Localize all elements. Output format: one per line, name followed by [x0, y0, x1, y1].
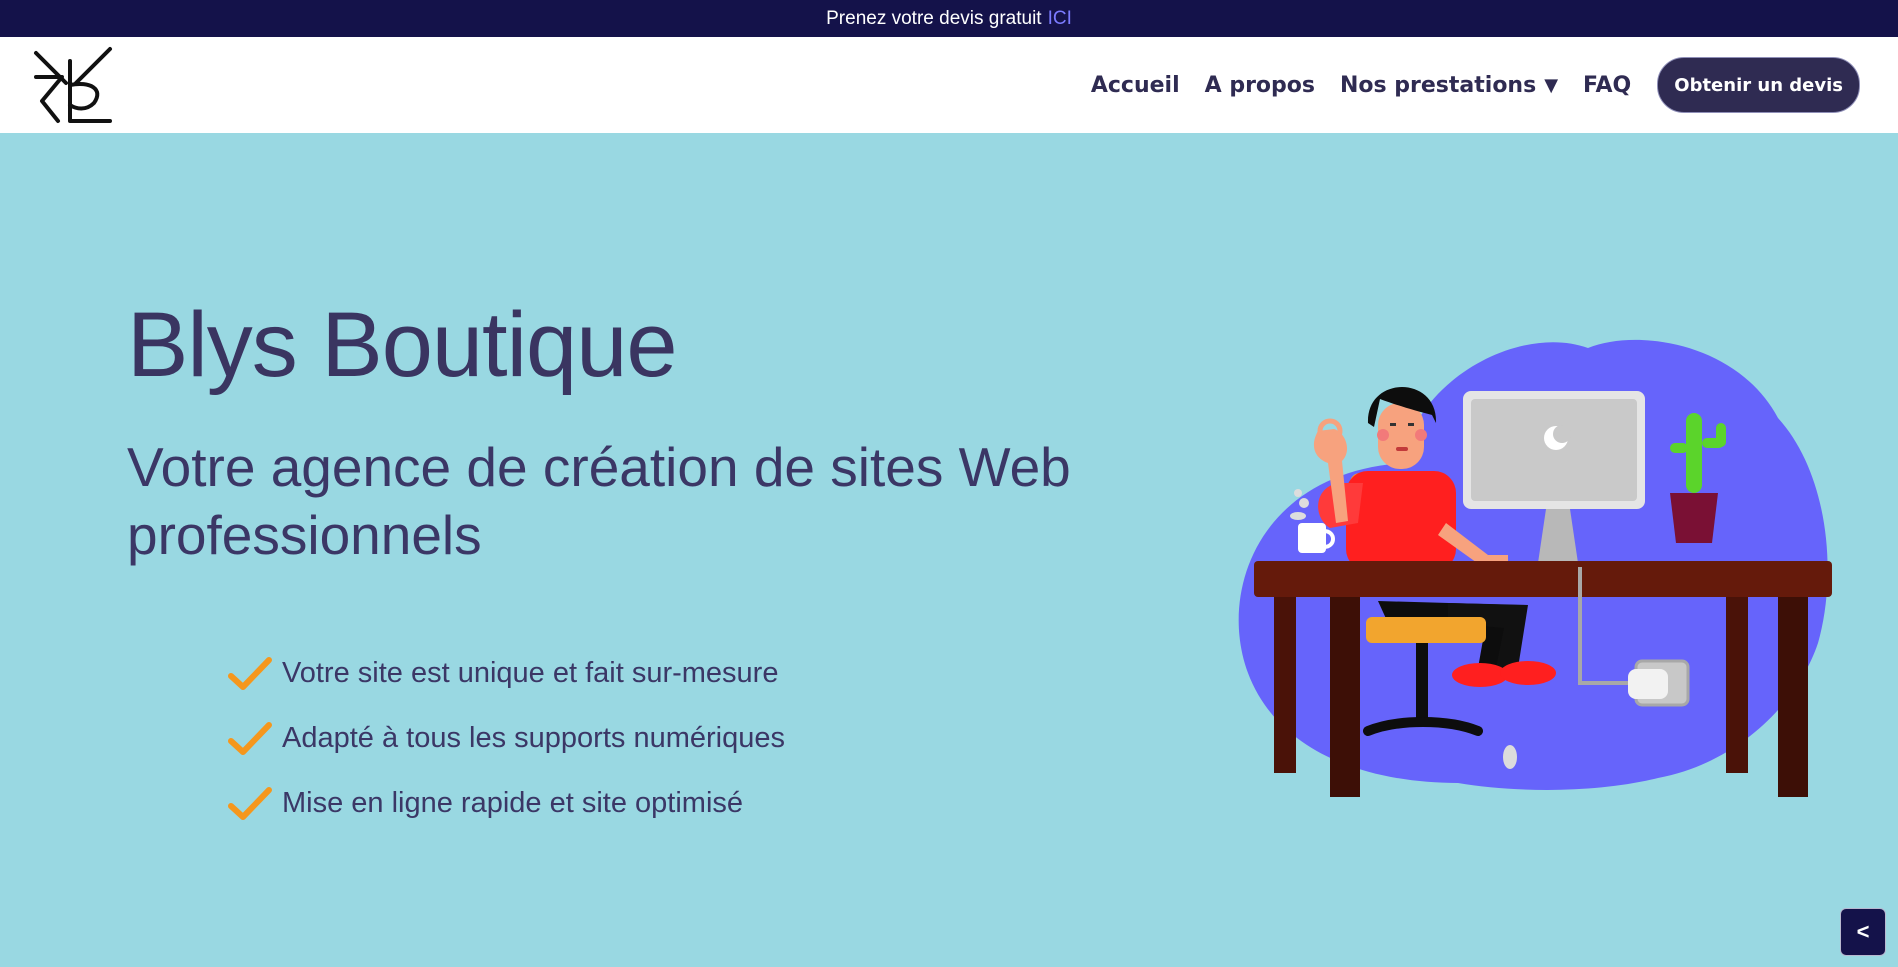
check-icon	[228, 721, 272, 755]
promo-link[interactable]: ICI	[1048, 8, 1072, 30]
nav-accueil[interactable]: Accueil	[1091, 73, 1180, 98]
feature-item: Votre site est unique et fait sur-mesure	[228, 641, 785, 706]
hero-section: Blys Boutique Votre agence de création d…	[0, 133, 1898, 967]
feature-text: Mise en ligne rapide et site optimisé	[282, 787, 744, 819]
nav-prestations-label: Nos prestations	[1340, 72, 1537, 98]
feature-item: Mise en ligne rapide et site optimisé	[228, 771, 785, 836]
site-header: Accueil A propos Nos prestations ▼ FAQ O…	[0, 37, 1898, 133]
feature-text: Adapté à tous les supports numériques	[282, 722, 785, 754]
promo-bar: Prenez votre devis gratuit ICI	[0, 0, 1898, 37]
hero-subtitle: Votre agence de création de sites Web pr…	[127, 436, 1071, 566]
promo-text: Prenez votre devis gratuit	[826, 7, 1042, 29]
logo-icon[interactable]	[32, 45, 114, 127]
get-quote-button[interactable]: Obtenir un devis	[1657, 57, 1860, 113]
check-icon	[228, 656, 272, 690]
nav-prestations[interactable]: Nos prestations ▼	[1340, 73, 1558, 98]
nav-faq[interactable]: FAQ	[1583, 73, 1631, 98]
chevron-left-icon[interactable]: <	[1840, 908, 1886, 956]
feature-list: Votre site est unique et fait sur-mesure…	[228, 641, 785, 836]
check-icon	[228, 786, 272, 820]
feature-item: Adapté à tous les supports numériques	[228, 706, 785, 771]
caret-down-icon: ▼	[1544, 74, 1559, 96]
nav-a-propos[interactable]: A propos	[1205, 73, 1315, 98]
main-nav: Accueil A propos Nos prestations ▼ FAQ O…	[1066, 37, 1860, 133]
hero-title: Blys Boutique	[127, 294, 678, 396]
feature-text: Votre site est unique et fait sur-mesure	[282, 657, 779, 689]
hero-illustration	[1238, 339, 1832, 797]
